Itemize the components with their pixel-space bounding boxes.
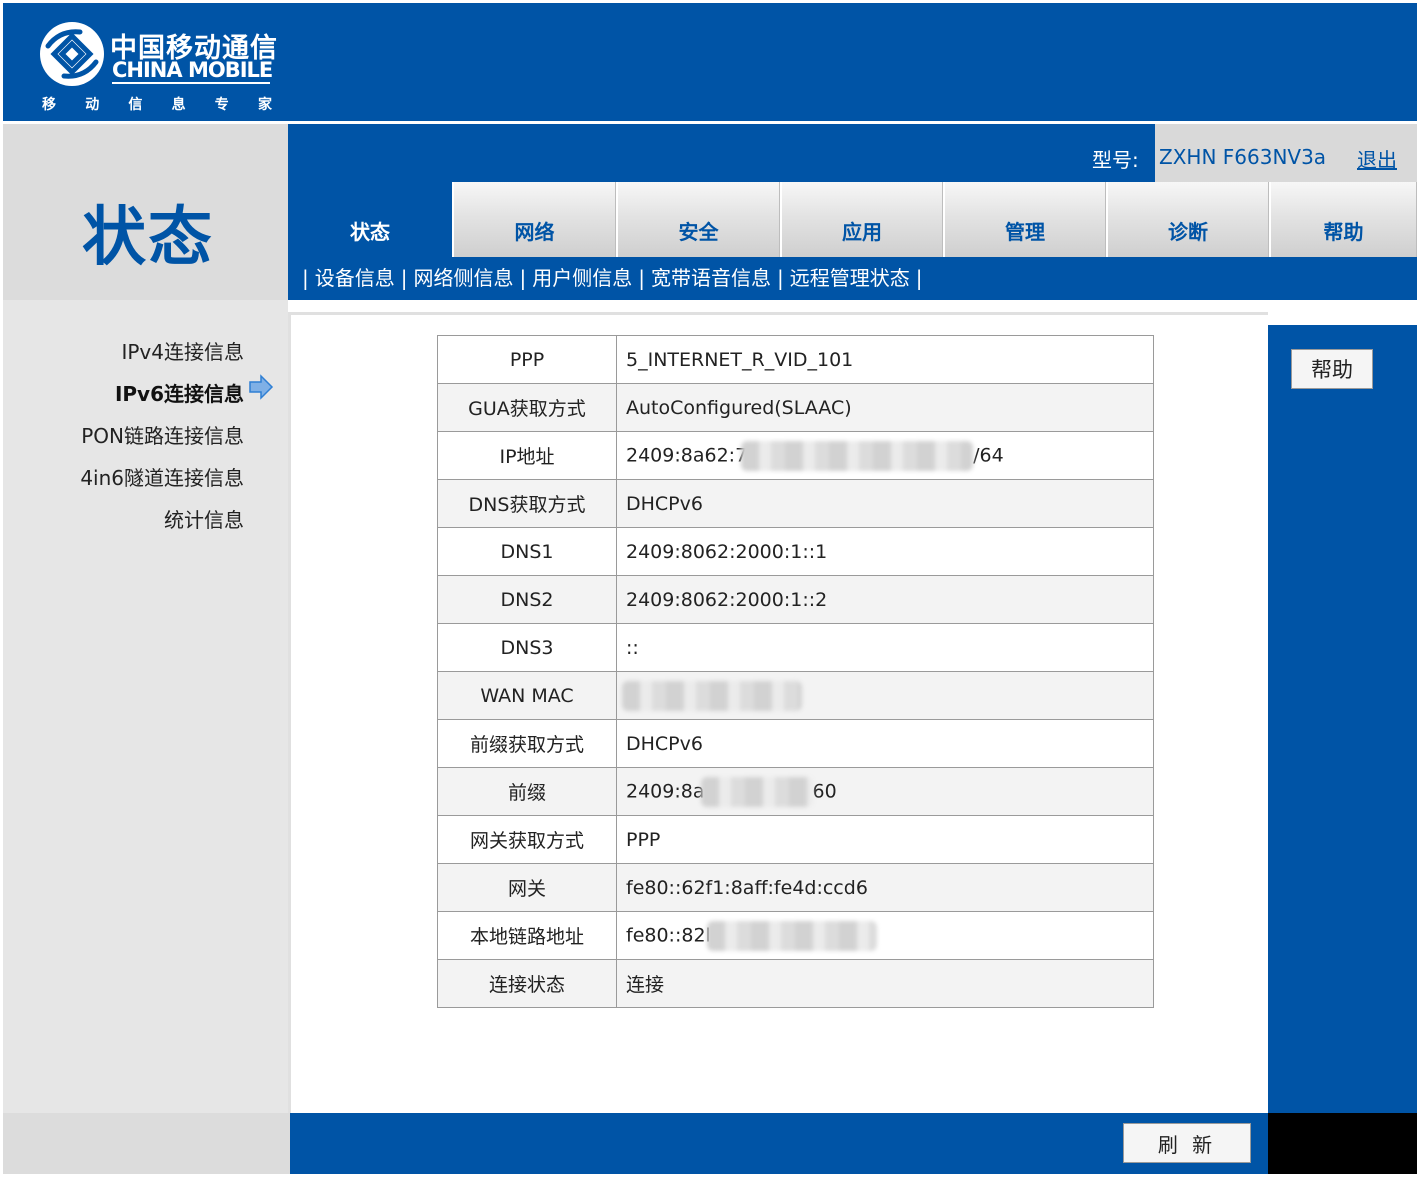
row-value: fe80::62f1:8aff:fe4d:ccd6 bbox=[616, 863, 1154, 912]
sidebar-item-ipv4[interactable]: IPv4连接信息 bbox=[121, 336, 244, 365]
table-row: WAN MAC bbox=[437, 671, 1154, 720]
redacted-region bbox=[741, 440, 974, 471]
tab-management[interactable]: 管理 bbox=[943, 182, 1106, 257]
row-value: PPP bbox=[616, 815, 1154, 864]
table-row: PPP 5_INTERNET_R_VID_101 bbox=[437, 335, 1154, 384]
logout-link[interactable]: 退出 bbox=[1357, 144, 1397, 173]
value-prefix: 2409:8a62:7 bbox=[626, 444, 748, 466]
row-key: DNS获取方式 bbox=[437, 479, 617, 528]
table-row: 本地链路地址 fe80::82l bbox=[437, 911, 1154, 960]
row-value: 连接 bbox=[616, 959, 1154, 1008]
value-prefix: 2409:8a bbox=[626, 780, 705, 802]
subnav-voice-info[interactable]: 宽带语音信息 bbox=[651, 266, 771, 290]
row-value bbox=[616, 671, 1154, 720]
row-key: DNS1 bbox=[437, 527, 617, 576]
ipv6-info-table: PPP 5_INTERNET_R_VID_101 GUA获取方式 AutoCon… bbox=[437, 335, 1154, 1008]
row-key: 前缀 bbox=[437, 767, 617, 816]
subnav-device-info[interactable]: 设备信息 bbox=[315, 266, 395, 290]
slogan-char: 动 bbox=[85, 97, 100, 113]
value-suffix: /64 bbox=[973, 444, 1004, 466]
redacted-region bbox=[706, 920, 877, 951]
page-title: 状态 bbox=[82, 201, 214, 275]
refresh-button[interactable]: 刷 新 bbox=[1123, 1123, 1251, 1163]
tab-help[interactable]: 帮助 bbox=[1269, 182, 1417, 257]
table-row: 网关获取方式 PPP bbox=[437, 815, 1154, 864]
tab-status[interactable]: 状态 bbox=[288, 182, 452, 257]
row-key: 前缀获取方式 bbox=[437, 719, 617, 768]
row-value: fe80::82l bbox=[616, 911, 1154, 960]
row-value: AutoConfigured(SLAAC) bbox=[616, 383, 1154, 432]
value-prefix: fe80::82l bbox=[626, 924, 711, 946]
sub-navigation: | 设备信息 | 网络侧信息 | 用户侧信息 | 宽带语音信息 | 远程管理状态 | bbox=[296, 262, 929, 291]
row-value: 2409:8062:2000:1::1 bbox=[616, 527, 1154, 576]
subnav-user-info[interactable]: 用户侧信息 bbox=[532, 266, 632, 290]
row-key: 连接状态 bbox=[437, 959, 617, 1008]
row-key: GUA获取方式 bbox=[437, 383, 617, 432]
tab-security[interactable]: 安全 bbox=[616, 182, 780, 257]
help-button[interactable]: 帮助 bbox=[1291, 349, 1373, 389]
content-border-left bbox=[288, 312, 291, 1113]
slogan-char: 移 bbox=[42, 97, 56, 113]
table-row: 前缀获取方式 DHCPv6 bbox=[437, 719, 1154, 768]
model-label: 型号: bbox=[1092, 148, 1139, 172]
sidebar-item-stats[interactable]: 统计信息 bbox=[164, 504, 244, 533]
content-border-top bbox=[288, 312, 1268, 315]
row-value: 2409:8a 60 bbox=[616, 767, 1154, 816]
tab-diagnosis[interactable]: 诊断 bbox=[1106, 182, 1269, 257]
slogan-char: 信 bbox=[128, 97, 143, 113]
china-mobile-logo-icon bbox=[40, 22, 104, 86]
subnav-separator: | bbox=[519, 266, 527, 290]
footer-bar bbox=[290, 1113, 1268, 1174]
arrow-right-icon bbox=[248, 374, 274, 404]
row-value: :: bbox=[616, 623, 1154, 672]
subnav-separator: | bbox=[777, 266, 784, 290]
row-key: IP地址 bbox=[437, 431, 617, 480]
subnav-separator: | bbox=[638, 266, 645, 290]
brand-name-en: CHINA MOBILE bbox=[112, 58, 273, 82]
row-key: 本地链路地址 bbox=[437, 911, 617, 960]
table-row: 连接状态 连接 bbox=[437, 959, 1154, 1008]
table-row: IP地址 2409:8a62:7/64 bbox=[437, 431, 1154, 480]
table-row: 前缀 2409:8a 60 bbox=[437, 767, 1154, 816]
table-row: DNS获取方式 DHCPv6 bbox=[437, 479, 1154, 528]
slogan-char: 家 bbox=[257, 97, 272, 113]
model-value: ZXHN F663NV3a bbox=[1159, 145, 1327, 169]
row-key: DNS2 bbox=[437, 575, 617, 624]
slogan-char: 息 bbox=[171, 97, 186, 113]
table-row: GUA获取方式 AutoConfigured(SLAAC) bbox=[437, 383, 1154, 432]
sidebar-item-pon[interactable]: PON链路连接信息 bbox=[81, 420, 244, 449]
subnav-separator: | bbox=[302, 266, 309, 290]
row-key: 网关 bbox=[437, 863, 617, 912]
left-footer-panel bbox=[3, 1113, 290, 1174]
redacted-region bbox=[700, 776, 813, 807]
subnav-remote-mgmt[interactable]: 远程管理状态 bbox=[790, 266, 910, 290]
row-value: 2409:8062:2000:1::2 bbox=[616, 575, 1154, 624]
help-panel bbox=[1268, 325, 1417, 1113]
subnav-network-info[interactable]: 网络侧信息 bbox=[414, 266, 514, 290]
brand-slogan: 移 动 信 息 专 家 bbox=[42, 94, 272, 114]
table-row: DNS2 2409:8062:2000:1::2 bbox=[437, 575, 1154, 624]
redacted-region bbox=[622, 680, 802, 711]
table-row: DNS3 :: bbox=[437, 623, 1154, 672]
sidebar-item-4in6[interactable]: 4in6隧道连接信息 bbox=[80, 462, 244, 491]
value-suffix: 60 bbox=[812, 780, 837, 802]
footer-corner bbox=[1268, 1113, 1417, 1174]
row-key: WAN MAC bbox=[437, 671, 617, 720]
table-row: DNS1 2409:8062:2000:1::1 bbox=[437, 527, 1154, 576]
row-value: DHCPv6 bbox=[616, 479, 1154, 528]
row-key: 网关获取方式 bbox=[437, 815, 617, 864]
row-value: DHCPv6 bbox=[616, 719, 1154, 768]
tab-application[interactable]: 应用 bbox=[780, 182, 943, 257]
subnav-separator: | bbox=[400, 266, 408, 290]
table-row: 网关 fe80::62f1:8aff:fe4d:ccd6 bbox=[437, 863, 1154, 912]
row-key: PPP bbox=[437, 335, 617, 384]
row-value: 2409:8a62:7/64 bbox=[616, 431, 1154, 480]
row-key: DNS3 bbox=[437, 623, 617, 672]
brand-divider bbox=[112, 82, 270, 84]
slogan-char: 专 bbox=[214, 97, 229, 113]
row-value: 5_INTERNET_R_VID_101 bbox=[616, 335, 1154, 384]
sidebar-item-ipv6[interactable]: IPv6连接信息 bbox=[115, 378, 244, 407]
subnav-separator: | bbox=[915, 266, 923, 290]
tab-network[interactable]: 网络 bbox=[452, 182, 616, 257]
